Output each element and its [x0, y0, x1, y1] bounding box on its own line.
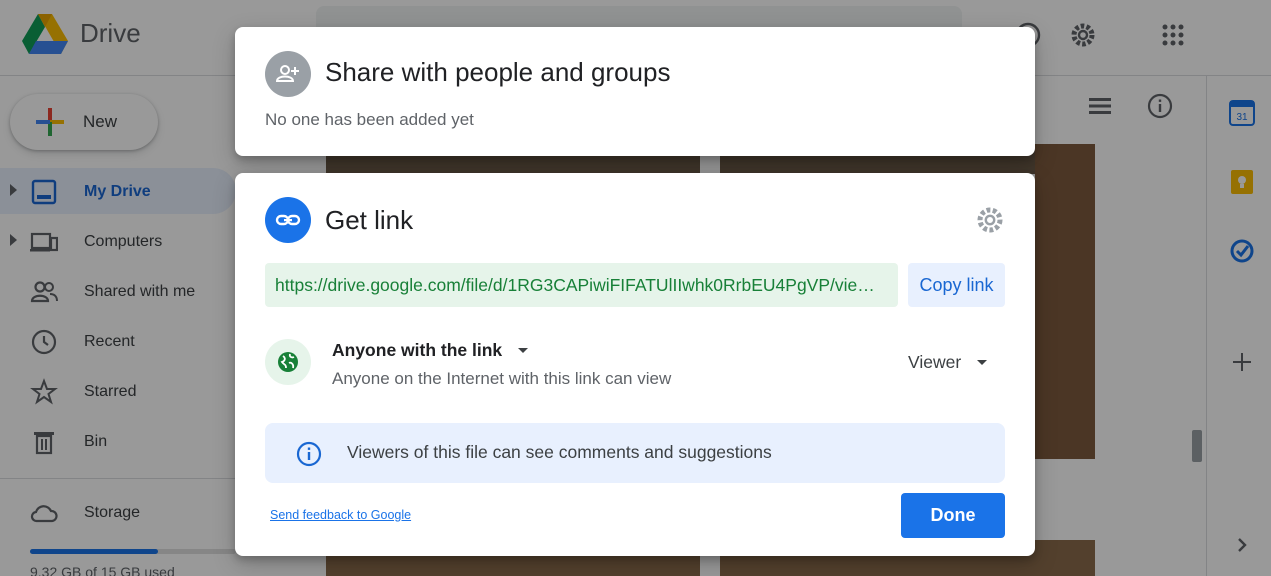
gear-icon[interactable] — [975, 205, 1005, 235]
share-dialog-title: Share with people and groups — [325, 57, 671, 87]
role-label: Viewer — [908, 351, 962, 372]
role-dropdown[interactable]: Viewer — [908, 350, 988, 374]
get-link-card[interactable]: Get link https://drive.google.com/file/d… — [235, 173, 1035, 556]
share-url-field[interactable]: https://drive.google.com/file/d/1RG3CAPi… — [265, 263, 898, 307]
share-people-card[interactable]: Share with people and groups No one has … — [235, 27, 1035, 156]
chevron-down-icon — [977, 359, 988, 365]
chevron-down-icon — [518, 347, 529, 353]
link-icon — [265, 197, 311, 243]
copy-link-button[interactable]: Copy link — [908, 263, 1005, 307]
done-button[interactable]: Done — [901, 493, 1005, 538]
link-access-dropdown[interactable]: Anyone with the link — [332, 338, 529, 362]
share-empty-message: No one has been added yet — [265, 110, 474, 129]
info-banner-text: Viewers of this file can see comments an… — [347, 442, 772, 462]
send-feedback-link[interactable]: Send feedback to Google — [270, 508, 411, 522]
globe-icon — [265, 339, 311, 385]
link-access-label: Anyone with the link — [332, 339, 503, 360]
info-banner: Viewers of this file can see comments an… — [265, 423, 1005, 483]
link-access-description: Anyone on the Internet with this link ca… — [332, 369, 672, 388]
add-person-icon — [265, 51, 311, 97]
info-icon — [296, 441, 322, 467]
get-link-title: Get link — [325, 205, 414, 235]
